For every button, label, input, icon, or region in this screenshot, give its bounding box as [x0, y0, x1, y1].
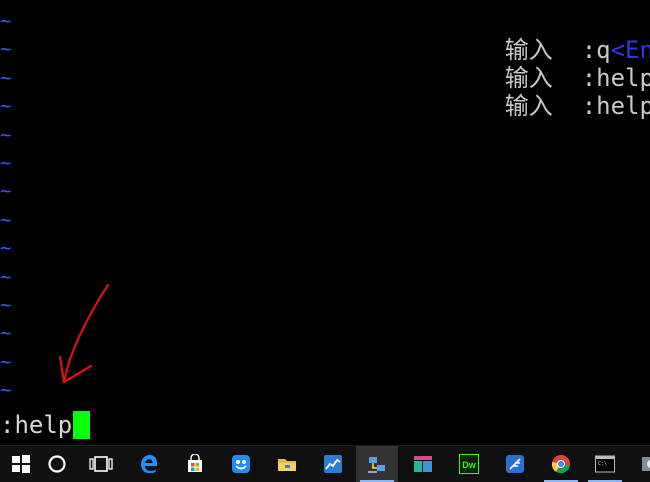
empty-line-marker: ~	[0, 294, 12, 316]
empty-line-marker: ~	[0, 237, 12, 260]
command-line-text: :help	[0, 411, 73, 439]
circle-icon	[48, 455, 66, 473]
empty-line-marker: ~	[0, 123, 12, 146]
blue-app-icon	[232, 455, 250, 473]
folder-icon	[278, 459, 296, 471]
svg-text:Dw: Dw	[462, 460, 476, 470]
task-view-icon	[89, 456, 113, 472]
more-app-button[interactable]	[630, 446, 650, 482]
empty-line-marker: ~	[0, 10, 12, 32]
colorful-app-icon	[414, 456, 432, 472]
empty-line-marker: ~	[0, 180, 12, 203]
empty-line-marker: ~	[0, 66, 12, 89]
vim-editor[interactable]: ~~~~~~~~~~~~~~ 输入 :q<Ente 输入 :help<E 输入 …	[0, 0, 650, 445]
empty-line-marker: ~	[0, 152, 12, 174]
network-app-button[interactable]	[356, 446, 398, 482]
chart-icon	[324, 455, 342, 473]
edge-button[interactable]	[128, 446, 170, 482]
windows-logo-icon	[12, 455, 30, 473]
store-button[interactable]	[174, 446, 216, 482]
empty-line-marker: ~	[0, 379, 12, 402]
empty-line-marker: ~	[0, 350, 12, 373]
dreamweaver-icon: Dw	[459, 454, 479, 474]
intro-line-help-version: 输入 :help v	[447, 64, 650, 148]
task-view-button[interactable]	[80, 446, 122, 482]
command-line[interactable]: :help	[0, 410, 91, 440]
intro-prefix: 输入	[504, 92, 553, 120]
more-app-icon	[642, 457, 650, 471]
dreamweaver-button[interactable]: Dw	[448, 446, 490, 482]
file-explorer-button[interactable]	[266, 446, 308, 482]
text-cursor	[73, 411, 91, 439]
command-prompt-button[interactable]: C:\	[584, 446, 626, 482]
arrow-shaft	[62, 283, 110, 384]
chrome-icon	[551, 455, 570, 474]
blue-app-button[interactable]	[220, 446, 262, 482]
empty-line-marker: ~	[0, 95, 12, 118]
edge-icon	[141, 455, 157, 474]
network-icon	[368, 457, 385, 473]
empty-line-marker: ~	[0, 265, 12, 288]
svg-text:C:\: C:\	[598, 461, 607, 467]
chrome-button[interactable]	[540, 446, 582, 482]
colorful-app-button[interactable]	[402, 446, 444, 482]
terminal-icon: C:\	[595, 455, 615, 473]
empty-line-marker: ~	[0, 208, 12, 231]
cortana-button[interactable]	[36, 446, 78, 482]
taskbar: Dw C:\	[0, 445, 650, 482]
intro-command: :help v	[581, 92, 650, 120]
feather-icon	[506, 455, 524, 473]
chart-app-button[interactable]	[312, 446, 354, 482]
empty-line-marker: ~	[0, 38, 12, 61]
store-icon	[188, 454, 202, 472]
empty-line-marker: ~	[0, 322, 12, 345]
feather-app-button[interactable]	[494, 446, 536, 482]
arrow-head	[58, 355, 93, 384]
